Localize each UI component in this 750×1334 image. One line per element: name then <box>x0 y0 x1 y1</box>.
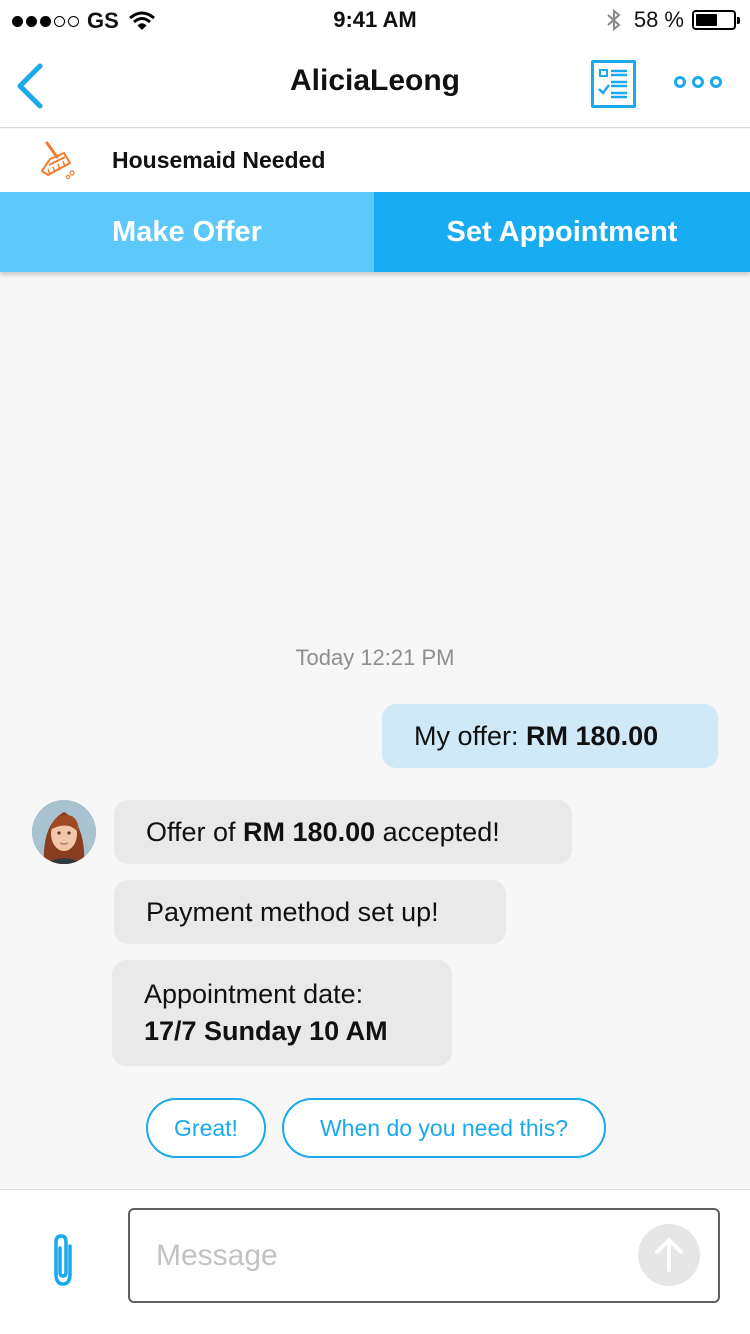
battery-area: 58 % <box>606 7 740 33</box>
incoming-message-bubble: Appointment date: 17/7 Sunday 10 AM <box>112 960 452 1066</box>
offer-amount: RM 180.00 <box>526 720 659 751</box>
message-timestamp: Today 12:21 PM <box>295 645 455 670</box>
nav-bar: AliciaLeong <box>0 40 750 128</box>
message-field <box>128 1208 720 1303</box>
message-text: My offer: RM 180.00 <box>414 721 658 752</box>
message-composer <box>0 1189 750 1334</box>
more-dot-icon <box>674 76 686 88</box>
more-dot-icon <box>710 76 722 88</box>
set-appointment-button[interactable]: Set Appointment <box>374 192 750 272</box>
avatar-photo <box>32 800 96 864</box>
make-offer-button[interactable]: Make Offer <box>0 192 374 272</box>
accepted-suffix: accepted! <box>375 816 500 847</box>
broom-icon <box>41 141 75 180</box>
incoming-message-bubble: Payment method set up! <box>114 880 506 944</box>
message-text: Offer of RM 180.00 accepted! <box>146 817 500 848</box>
battery-icon <box>692 10 740 30</box>
send-button[interactable] <box>638 1224 700 1286</box>
bluetooth-icon <box>607 8 621 32</box>
status-bar: GS 9:41 AM 58 % <box>0 0 750 40</box>
outgoing-message-bubble: My offer: RM 180.00 <box>382 704 718 768</box>
paperclip-icon <box>54 1234 72 1286</box>
job-title: Housemaid Needed <box>112 147 326 173</box>
job-bar[interactable]: Housemaid Needed <box>0 129 750 192</box>
appointment-label: Appointment date: <box>144 979 364 1009</box>
more-dot-icon <box>692 76 704 88</box>
quick-reply-great[interactable]: Great! <box>146 1098 266 1158</box>
offer-prefix: My offer: <box>414 720 527 751</box>
message-text: Payment method set up! <box>146 896 439 927</box>
checklist-button[interactable] <box>591 60 636 108</box>
appointment-value: 17/7 Sunday 10 AM <box>144 1016 388 1046</box>
battery-level <box>696 14 717 26</box>
avatar[interactable] <box>32 800 96 864</box>
chat-title: AliciaLeong <box>289 64 461 97</box>
quick-reply-when-needed[interactable]: When do you need this? <box>282 1098 606 1158</box>
more-options-button[interactable] <box>674 76 722 88</box>
arrow-up-icon <box>655 1238 683 1272</box>
accepted-amount: RM 180.00 <box>243 816 376 847</box>
action-bar: Make Offer Set Appointment <box>0 192 750 272</box>
incoming-message-bubble: Offer of RM 180.00 accepted! <box>114 800 572 864</box>
accepted-prefix: Offer of <box>146 816 244 847</box>
message-input[interactable] <box>156 1236 616 1276</box>
attach-button[interactable] <box>44 1230 84 1290</box>
checklist-icon <box>598 69 627 99</box>
battery-percent: 58 % <box>633 7 684 32</box>
